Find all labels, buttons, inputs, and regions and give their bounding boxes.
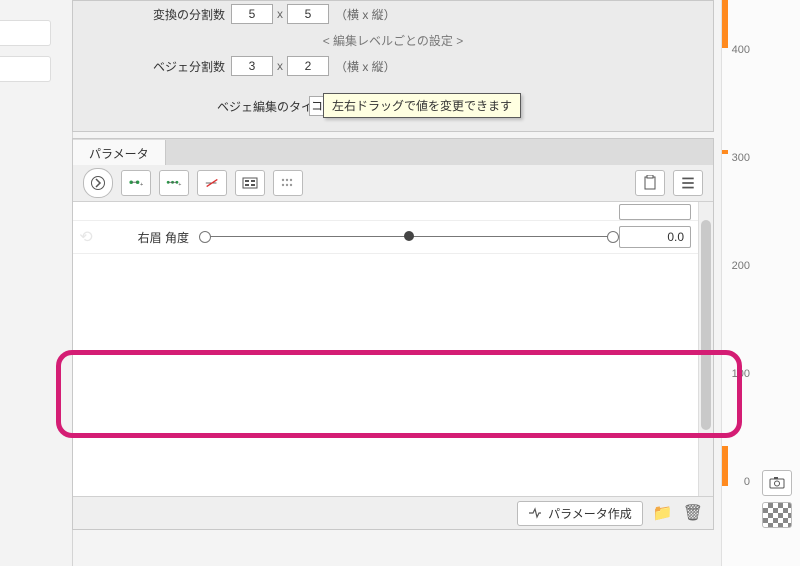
ruler-300: 300	[732, 152, 750, 164]
param-value[interactable]: 0.0	[619, 226, 691, 248]
ruler-marker	[722, 150, 728, 154]
parameter-list: ⟲右眉 角度 0.0	[73, 202, 713, 498]
section-header: < 編集レベルごとの設定 >	[73, 27, 713, 53]
ruler-marker-top	[722, 0, 728, 48]
param-name: 右眉 角度	[95, 229, 199, 246]
parameter-panel: パラメータ + +	[72, 138, 714, 530]
bezier-y-input[interactable]: 2	[287, 56, 329, 76]
ruler: 400 300 200 100 0	[721, 0, 800, 566]
left-gutter	[0, 0, 73, 566]
svg-text:+: +	[140, 182, 143, 188]
add-2key-button[interactable]: +	[121, 170, 151, 196]
add-3key-button[interactable]: +	[159, 170, 189, 196]
bezier-div-label: ベジェ分割数	[153, 58, 225, 75]
hv-suffix: （横 x 縦）	[335, 6, 396, 23]
reset-icon[interactable]: ⟲	[77, 227, 95, 247]
keyform-button[interactable]	[235, 170, 265, 196]
left-block-2	[0, 56, 51, 82]
list-item-partial	[73, 202, 699, 221]
scroll-thumb[interactable]	[701, 220, 711, 430]
trash-icon[interactable]: 🗑	[683, 503, 703, 523]
menu-button[interactable]	[673, 170, 703, 196]
folder-icon[interactable]: 📁	[653, 503, 673, 523]
divisions-label: 変換の分割数	[153, 6, 225, 23]
ruler-200: 200	[732, 260, 750, 272]
svg-text:+: +	[178, 182, 181, 188]
param-slider[interactable]	[199, 227, 619, 247]
divisions-y-input[interactable]: 5	[287, 4, 329, 24]
param-bottom-bar: パラメータ作成 📁 🗑	[73, 496, 713, 529]
bezier-x-input[interactable]: 3	[231, 56, 273, 76]
checker-button[interactable]	[762, 502, 792, 528]
drag-tooltip: 左右ドラッグで値を変更できます	[323, 93, 521, 118]
divisions-x-input[interactable]: 5	[231, 4, 273, 24]
hv-suffix: （横 x 縦）	[335, 58, 396, 75]
delete-key-button[interactable]	[197, 170, 227, 196]
multiply-sign: x	[277, 7, 283, 21]
tab-bar: パラメータ	[73, 139, 713, 165]
list-item[interactable]: ⟲右眉 角度 0.0	[73, 221, 699, 254]
multiply-sign: x	[277, 59, 283, 73]
clipboard-button[interactable]	[635, 170, 665, 196]
expand-button[interactable]	[83, 168, 113, 198]
keyform-list-button[interactable]	[273, 170, 303, 196]
ruler-marker-bottom	[722, 446, 728, 486]
param-toolbar: + +	[73, 165, 713, 202]
tab-parameters[interactable]: パラメータ	[73, 140, 166, 166]
param-value[interactable]	[619, 204, 691, 220]
create-parameter-label: パラメータ作成	[548, 505, 632, 522]
camera-button[interactable]	[762, 470, 792, 496]
settings-panel: 変換の分割数 5 x 5 （横 x 縦） < 編集レベルごとの設定 > ベジェ分…	[72, 0, 714, 132]
left-block-1	[0, 20, 51, 46]
create-parameter-button[interactable]: パラメータ作成	[517, 501, 643, 526]
ruler-400: 400	[732, 44, 750, 56]
ruler-0: 0	[744, 476, 750, 488]
scrollbar[interactable]	[698, 202, 713, 498]
ruler-100: 100	[732, 368, 750, 380]
